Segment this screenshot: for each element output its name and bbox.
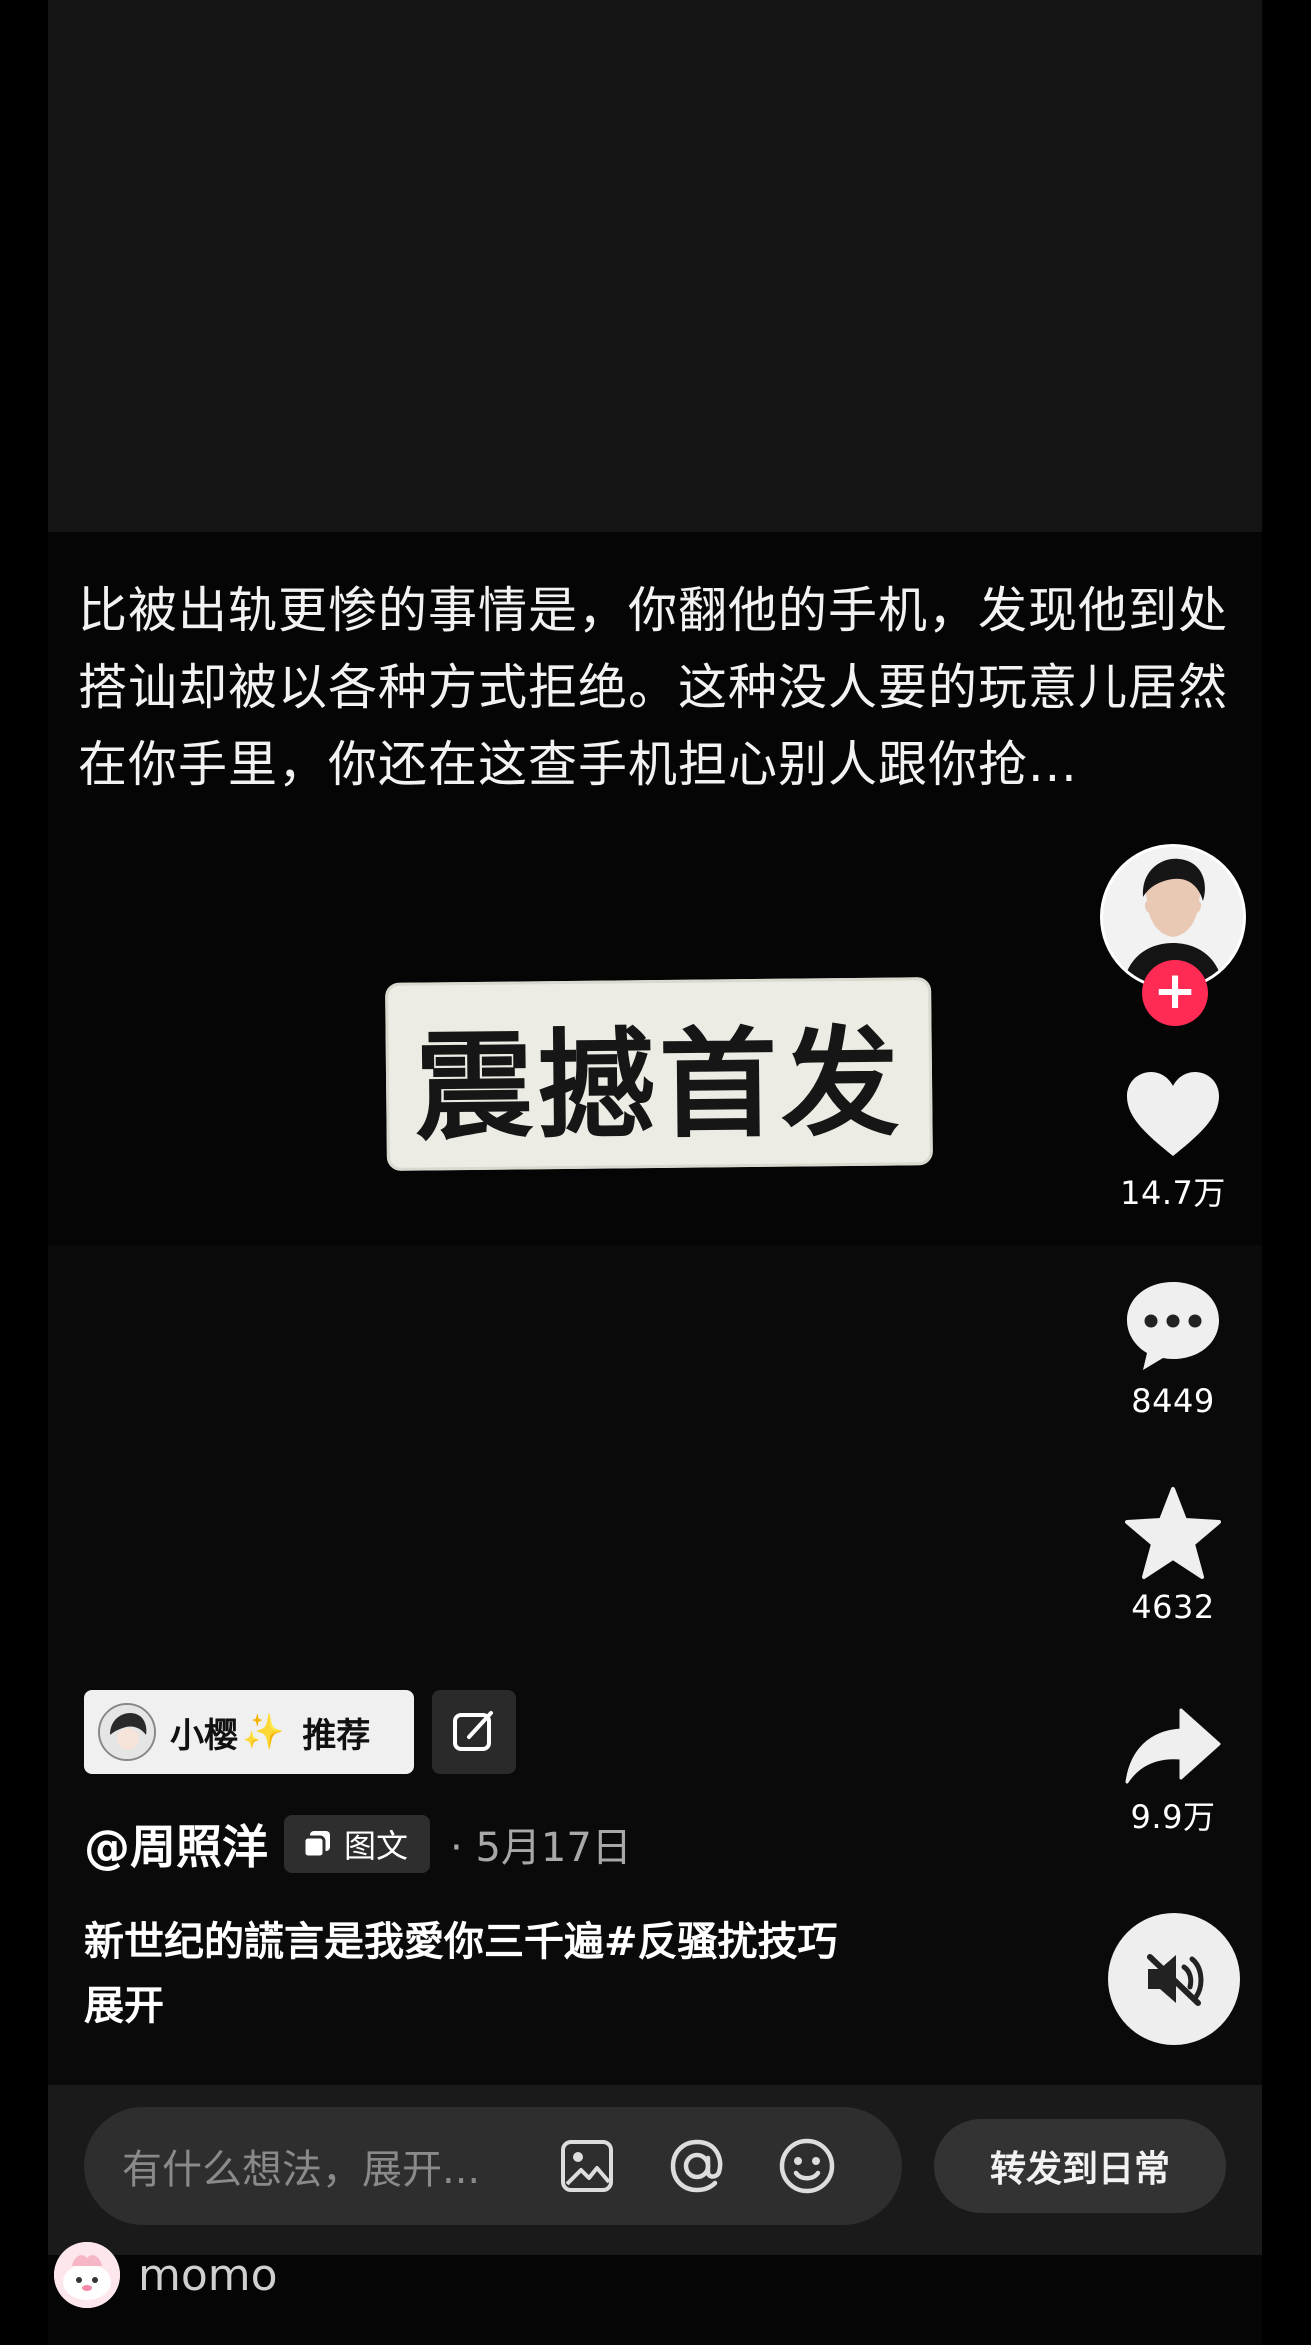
at-sign-icon: [670, 2139, 723, 2193]
expand-link[interactable]: 展开: [84, 1983, 164, 2029]
follow-plus-icon[interactable]: +: [1142, 960, 1208, 1026]
star-icon: [1125, 1487, 1221, 1579]
momo-logo-icon: [54, 2242, 120, 2308]
heart-icon: [1127, 1072, 1219, 1156]
like-count: 14.7万: [1120, 1174, 1226, 1212]
post-date: · 5月17日: [450, 1825, 632, 1871]
post-type-label: 图文: [344, 1827, 409, 1865]
share-count: 9.9万: [1130, 1798, 1216, 1836]
sticker-banner: 震撼首发: [385, 977, 933, 1171]
share-arrow-icon: [1125, 1708, 1221, 1784]
like-button[interactable]: 14.7万: [1100, 1070, 1246, 1214]
favorite-button[interactable]: 4632: [1100, 1486, 1246, 1626]
speaker-muted-icon: [1147, 1954, 1204, 2006]
watermark-text: momo: [138, 2249, 278, 2301]
image-stack-icon: [302, 1831, 330, 1859]
momo-watermark: momo: [54, 2242, 278, 2308]
recommender-chip[interactable]: 小樱 ✨ 推荐: [84, 1690, 414, 1774]
post-description: 新世纪的謊言是我愛你三千遍#反骚扰技巧 展开: [84, 1910, 964, 2038]
recommender-name: 小樱: [170, 1715, 238, 1756]
sticker-text: 震撼首发: [414, 1011, 904, 1157]
edit-button[interactable]: [432, 1690, 516, 1774]
post-type-badge: 图文: [284, 1815, 431, 1873]
favorite-count: 4632: [1131, 1588, 1215, 1626]
author-name-link[interactable]: @周照洋: [84, 1811, 268, 1877]
comment-count: 8449: [1131, 1382, 1215, 1420]
smiley-icon: [779, 2138, 835, 2194]
post-caption: 比被出轨更惨的事情是，你翻他的手机，发现他到处搭讪却被以各种方式拒绝。这种没人要…: [78, 582, 1229, 793]
sparkle-icon: ✨: [242, 1712, 285, 1752]
share-button[interactable]: 9.9万: [1100, 1708, 1246, 1838]
comment-button[interactable]: 8449: [1100, 1278, 1246, 1420]
media-top-panel: [48, 0, 1262, 532]
recommender-avatar: [98, 1703, 156, 1761]
comment-placeholder[interactable]: 有什么想法，展开...: [122, 2137, 542, 2195]
author-row: @周照洋 图文 · 5月17日: [84, 1812, 632, 1876]
comment-bubble-icon: [1127, 1282, 1219, 1370]
mute-toggle-button[interactable]: [1108, 1913, 1240, 2045]
insert-image-button[interactable]: [552, 2131, 622, 2201]
repost-to-daily-button[interactable]: 转发到日常: [934, 2119, 1226, 2213]
recommend-label: 推荐: [302, 1715, 371, 1756]
description-text: 新世纪的謊言是我愛你三千遍: [84, 1919, 604, 1965]
emoji-button[interactable]: [772, 2131, 842, 2201]
edit-icon: [453, 1711, 493, 1751]
author-avatar-button[interactable]: +: [1100, 844, 1246, 1026]
hashtag-link[interactable]: #反骚扰技巧: [604, 1919, 838, 1965]
comment-input[interactable]: 有什么想法，展开...: [84, 2107, 902, 2225]
image-icon: [561, 2140, 613, 2192]
mention-button[interactable]: [662, 2131, 732, 2201]
